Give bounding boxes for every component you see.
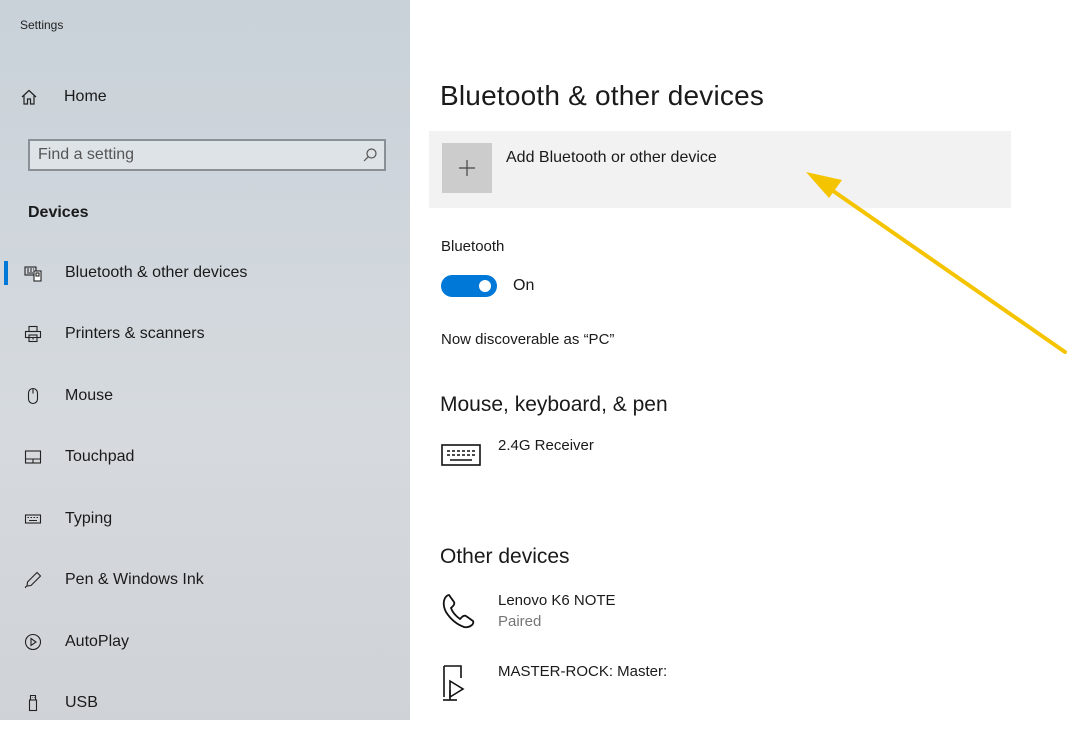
group-title-other-devices: Other devices — [440, 545, 570, 569]
pen-icon — [22, 569, 44, 591]
sidebar-item-label: AutoPlay — [65, 633, 129, 651]
touchpad-icon — [22, 446, 44, 468]
sidebar-item-touchpad[interactable]: Touchpad — [0, 427, 410, 489]
toggle-knob — [479, 280, 491, 292]
sidebar-item-usb[interactable]: USB — [0, 673, 410, 734]
usb-icon — [22, 692, 44, 714]
search-box — [28, 139, 386, 171]
home-icon — [20, 88, 44, 106]
device-lenovo-k6-note[interactable]: Lenovo K6 NOTE Paired — [441, 591, 616, 633]
plus-icon — [442, 143, 492, 193]
sidebar-item-label: Typing — [65, 510, 112, 528]
search-input[interactable] — [30, 140, 356, 170]
sidebar-item-label: Touchpad — [65, 448, 134, 466]
sidebar-item-label: USB — [65, 694, 98, 712]
mouse-icon — [22, 385, 44, 407]
app-title: Settings — [20, 18, 63, 32]
media-device-icon — [441, 662, 485, 702]
device-status: Paired — [498, 611, 616, 633]
device-name: 2.4G Receiver — [498, 436, 594, 456]
add-device-label: Add Bluetooth or other device — [506, 149, 717, 167]
section-title: Devices — [28, 204, 89, 222]
printer-icon — [22, 323, 44, 345]
sidebar-item-printers[interactable]: Printers & scanners — [0, 304, 410, 366]
device-name: Lenovo K6 NOTE — [498, 591, 616, 611]
add-device-button[interactable]: Add Bluetooth or other device — [429, 131, 1011, 208]
device-master-rock[interactable]: MASTER-ROCK: Master: — [441, 662, 667, 702]
bluetooth-label: Bluetooth — [441, 238, 504, 255]
device-name: MASTER-ROCK: Master: — [498, 662, 667, 682]
toggle-state: On — [513, 277, 534, 295]
sidebar-item-label: Pen & Windows Ink — [65, 571, 204, 589]
home-label: Home — [64, 88, 107, 106]
sidebar-nav: Bluetooth & other devices Printers & sca… — [0, 242, 410, 734]
discoverable-text: Now discoverable as “PC” — [441, 331, 614, 348]
sidebar-item-label: Mouse — [65, 387, 113, 405]
group-title-mouse-keyboard-pen: Mouse, keyboard, & pen — [440, 393, 668, 417]
main-content: Bluetooth & other devices Add Bluetooth … — [410, 0, 1068, 720]
sidebar-item-label: Printers & scanners — [65, 325, 205, 343]
autoplay-icon — [22, 631, 44, 653]
sidebar: Settings Home Devices Bluetooth & other — [0, 0, 410, 720]
sidebar-item-typing[interactable]: Typing — [0, 488, 410, 550]
sidebar-item-bluetooth[interactable]: Bluetooth & other devices — [0, 242, 410, 304]
keyboard-icon — [441, 436, 485, 466]
device-2-4g-receiver[interactable]: 2.4G Receiver — [441, 436, 594, 466]
sidebar-item-mouse[interactable]: Mouse — [0, 365, 410, 427]
bluetooth-toggle[interactable]: On — [441, 275, 534, 297]
home-button[interactable]: Home — [20, 84, 107, 110]
phone-icon — [441, 591, 485, 633]
sidebar-item-pen[interactable]: Pen & Windows Ink — [0, 550, 410, 612]
keyboard-icon — [22, 508, 44, 530]
page-title: Bluetooth & other devices — [440, 80, 764, 112]
bluetooth-devices-icon — [22, 262, 44, 284]
search-icon[interactable] — [356, 147, 384, 163]
sidebar-item-label: Bluetooth & other devices — [65, 264, 247, 282]
toggle-switch[interactable] — [441, 275, 497, 297]
sidebar-item-autoplay[interactable]: AutoPlay — [0, 611, 410, 673]
